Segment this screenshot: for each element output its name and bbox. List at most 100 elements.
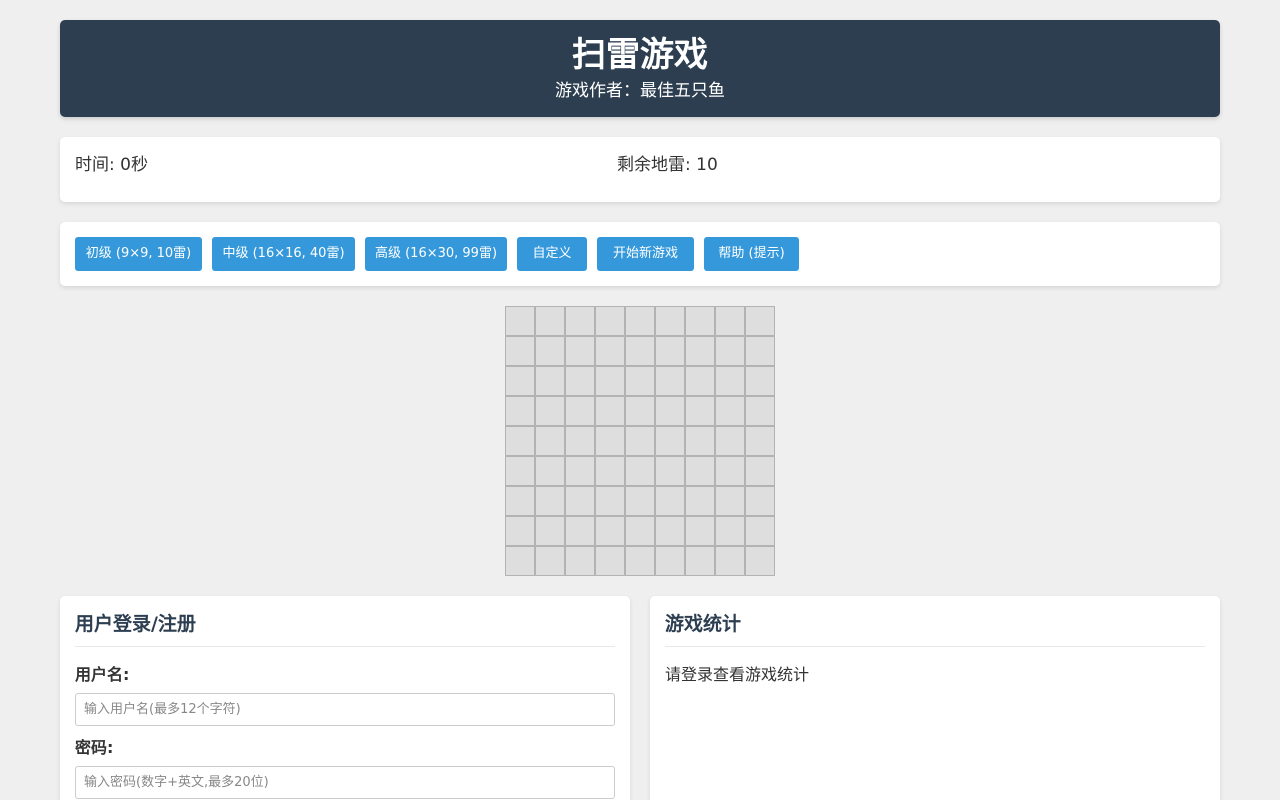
board-cell[interactable] bbox=[745, 486, 775, 516]
board-cell[interactable] bbox=[685, 306, 715, 336]
board-cell[interactable] bbox=[625, 426, 655, 456]
board-cell[interactable] bbox=[625, 336, 655, 366]
controls-bar: 初级 (9×9, 10雷) 中级 (16×16, 40雷) 高级 (16×30,… bbox=[60, 222, 1220, 286]
board-cell[interactable] bbox=[745, 546, 775, 576]
login-title: 用户登录/注册 bbox=[75, 611, 615, 647]
board-cell[interactable] bbox=[625, 456, 655, 486]
board-cell[interactable] bbox=[535, 546, 565, 576]
board-cell[interactable] bbox=[745, 366, 775, 396]
stats-message: 请登录查看游戏统计 bbox=[665, 665, 810, 684]
board-cell[interactable] bbox=[685, 456, 715, 486]
board-cell[interactable] bbox=[505, 426, 535, 456]
board-cell[interactable] bbox=[715, 516, 745, 546]
password-input[interactable] bbox=[75, 766, 615, 799]
board-cell[interactable] bbox=[745, 336, 775, 366]
board-cell[interactable] bbox=[745, 396, 775, 426]
board-cell[interactable] bbox=[745, 516, 775, 546]
board-cell[interactable] bbox=[535, 426, 565, 456]
board-cell[interactable] bbox=[535, 486, 565, 516]
board-cell[interactable] bbox=[535, 336, 565, 366]
board-cell[interactable] bbox=[715, 336, 745, 366]
board-cell[interactable] bbox=[685, 516, 715, 546]
board-cell[interactable] bbox=[655, 486, 685, 516]
minesweeper-board bbox=[505, 306, 775, 576]
board-cell[interactable] bbox=[505, 486, 535, 516]
board-cell[interactable] bbox=[745, 306, 775, 336]
board-cell[interactable] bbox=[655, 426, 685, 456]
page-title: 扫雷游戏 bbox=[572, 35, 708, 75]
board-cell[interactable] bbox=[505, 396, 535, 426]
board-cell[interactable] bbox=[595, 306, 625, 336]
board-cell[interactable] bbox=[625, 396, 655, 426]
board-cell[interactable] bbox=[505, 456, 535, 486]
expert-button[interactable]: 高级 (16×30, 99雷) bbox=[365, 237, 507, 271]
board-cell[interactable] bbox=[565, 426, 595, 456]
board-cell[interactable] bbox=[655, 366, 685, 396]
custom-button[interactable]: 自定义 bbox=[517, 237, 587, 271]
board-cell[interactable] bbox=[715, 486, 745, 516]
board-cell[interactable] bbox=[595, 546, 625, 576]
username-label: 用户名: bbox=[75, 665, 130, 684]
board-cell[interactable] bbox=[715, 306, 745, 336]
board-cell[interactable] bbox=[625, 546, 655, 576]
board-cell[interactable] bbox=[655, 306, 685, 336]
new-game-button[interactable]: 开始新游戏 bbox=[597, 237, 694, 271]
beginner-button[interactable]: 初级 (9×9, 10雷) bbox=[75, 237, 202, 271]
board-cell[interactable] bbox=[505, 546, 535, 576]
board-cell[interactable] bbox=[685, 366, 715, 396]
board-cell[interactable] bbox=[595, 396, 625, 426]
username-input[interactable] bbox=[75, 693, 615, 726]
password-label: 密码: bbox=[75, 738, 114, 757]
board-cell[interactable] bbox=[565, 546, 595, 576]
board-cell[interactable] bbox=[535, 306, 565, 336]
board-cell[interactable] bbox=[565, 516, 595, 546]
board-cell[interactable] bbox=[715, 366, 745, 396]
board-cell[interactable] bbox=[535, 366, 565, 396]
intermediate-button[interactable]: 中级 (16×16, 40雷) bbox=[212, 237, 355, 271]
board-cell[interactable] bbox=[685, 486, 715, 516]
board-cell[interactable] bbox=[565, 396, 595, 426]
board-cell[interactable] bbox=[505, 306, 535, 336]
board-cell[interactable] bbox=[625, 306, 655, 336]
board-cell[interactable] bbox=[745, 456, 775, 486]
board-cell[interactable] bbox=[535, 516, 565, 546]
board-cell[interactable] bbox=[655, 336, 685, 366]
board-cell[interactable] bbox=[655, 546, 685, 576]
board-cell[interactable] bbox=[715, 546, 745, 576]
board-cell[interactable] bbox=[565, 306, 595, 336]
board-cell[interactable] bbox=[535, 396, 565, 426]
board-cell[interactable] bbox=[625, 486, 655, 516]
board-cell[interactable] bbox=[505, 516, 535, 546]
board-cell[interactable] bbox=[685, 546, 715, 576]
status-bar: 时间: 0秒 剩余地雷: 10 bbox=[60, 137, 1220, 202]
board-cell[interactable] bbox=[595, 486, 625, 516]
board-cell[interactable] bbox=[595, 426, 625, 456]
stats-panel: 游戏统计 请登录查看游戏统计 bbox=[650, 596, 1220, 800]
board-cell[interactable] bbox=[565, 336, 595, 366]
board-cell[interactable] bbox=[535, 456, 565, 486]
board-cell[interactable] bbox=[685, 396, 715, 426]
board-cell[interactable] bbox=[505, 366, 535, 396]
board-cell[interactable] bbox=[685, 426, 715, 456]
board-cell[interactable] bbox=[505, 336, 535, 366]
board-cell[interactable] bbox=[565, 366, 595, 396]
board-cell[interactable] bbox=[595, 456, 625, 486]
board-cell[interactable] bbox=[595, 336, 625, 366]
board-cell[interactable] bbox=[565, 486, 595, 516]
board-cell[interactable] bbox=[655, 396, 685, 426]
timer-display: 时间: 0秒 bbox=[75, 155, 148, 175]
board-cell[interactable] bbox=[655, 456, 685, 486]
board-cell[interactable] bbox=[685, 336, 715, 366]
board-cell[interactable] bbox=[715, 456, 745, 486]
board-cell[interactable] bbox=[595, 516, 625, 546]
board-cell[interactable] bbox=[595, 366, 625, 396]
board-cell[interactable] bbox=[655, 516, 685, 546]
board-cell[interactable] bbox=[715, 426, 745, 456]
board-cell[interactable] bbox=[625, 366, 655, 396]
board-cell[interactable] bbox=[625, 516, 655, 546]
login-panel: 用户登录/注册 用户名: 密码: bbox=[60, 596, 630, 800]
help-button[interactable]: 帮助 (提示) bbox=[704, 237, 799, 271]
board-cell[interactable] bbox=[745, 426, 775, 456]
board-cell[interactable] bbox=[565, 456, 595, 486]
board-cell[interactable] bbox=[715, 396, 745, 426]
